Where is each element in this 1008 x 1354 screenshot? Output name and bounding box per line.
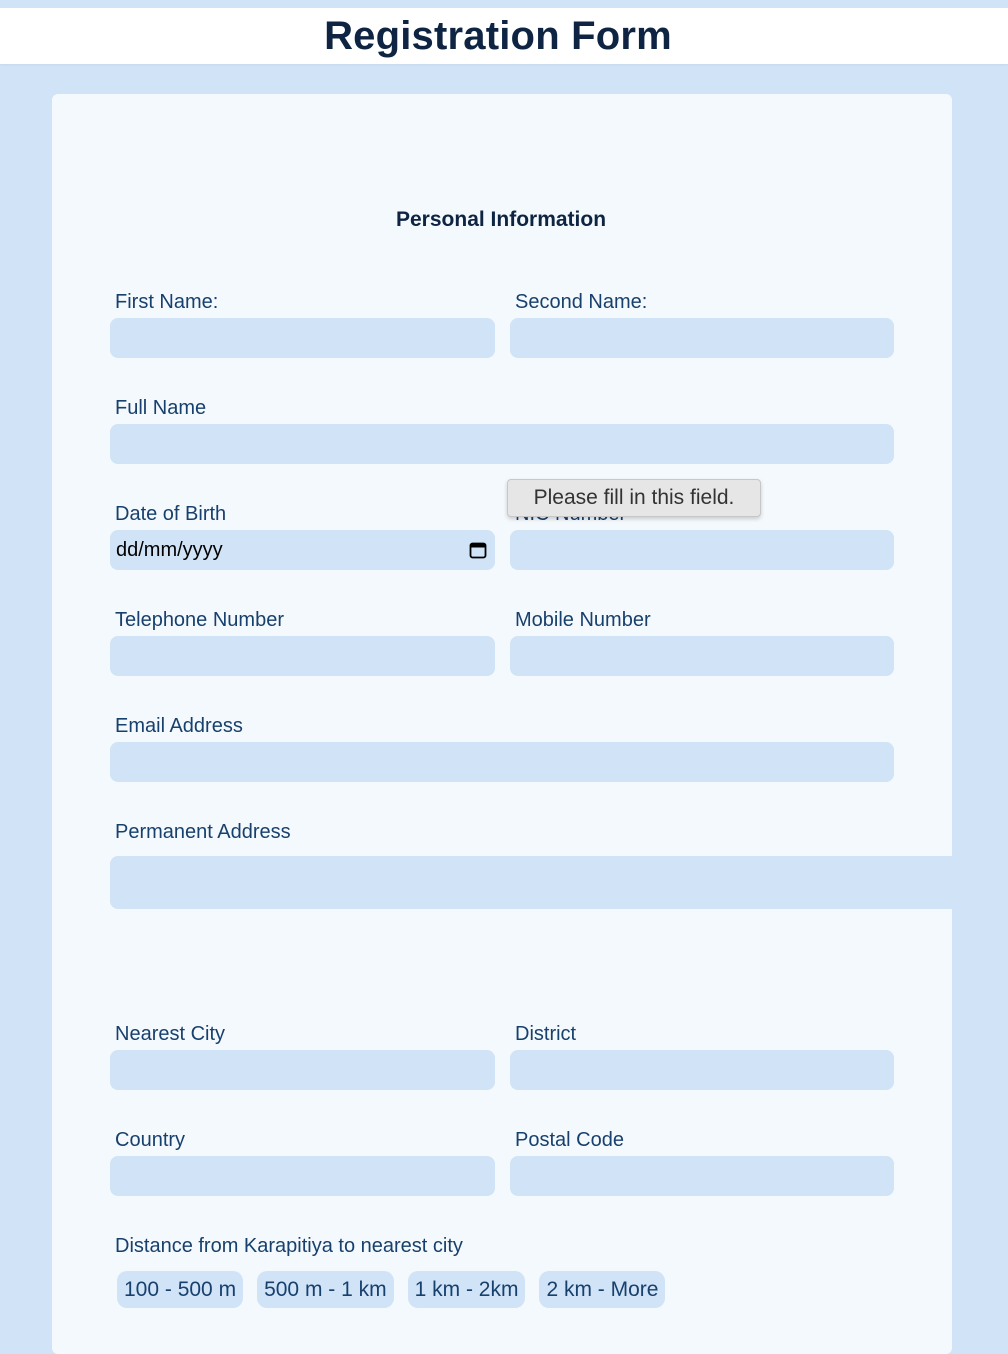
section-title: Personal Information — [396, 208, 607, 231]
date-placeholder: dd/mm/yyyy — [116, 538, 223, 561]
validation-tooltip: Please fill in this field. — [507, 479, 761, 517]
country-label: Country — [115, 1129, 186, 1151]
date-of-birth-label: Date of Birth — [115, 503, 227, 525]
distance-option-100-500m[interactable]: 100 - 500 m — [117, 1271, 244, 1308]
distance-option-2km-more[interactable]: 2 km - More — [539, 1271, 666, 1308]
telephone-number-input[interactable] — [110, 636, 495, 676]
distance-label: Distance from Karapitiya to nearest city — [115, 1235, 463, 1257]
second-name-input[interactable] — [510, 318, 894, 358]
email-address-label: Email Address — [115, 715, 243, 737]
distance-option-1km-2km[interactable]: 1 km - 2km — [407, 1271, 526, 1308]
email-address-input[interactable] — [110, 742, 894, 782]
distance-option-500m-1km[interactable]: 500 m - 1 km — [257, 1271, 394, 1308]
permanent-address-label: Permanent Address — [115, 821, 291, 843]
telephone-number-label: Telephone Number — [115, 609, 284, 631]
mobile-number-input[interactable] — [510, 636, 894, 676]
full-name-label: Full Name — [115, 397, 207, 419]
date-of-birth-input[interactable]: dd/mm/yyyy — [110, 530, 495, 570]
calendar-icon[interactable] — [469, 541, 487, 559]
nearest-city-label: Nearest City — [115, 1023, 226, 1045]
nearest-city-input[interactable] — [110, 1050, 495, 1090]
distance-options: 100 - 500 m 500 m - 1 km 1 km - 2km 2 km… — [117, 1271, 666, 1308]
postal-code-label: Postal Code — [515, 1129, 624, 1151]
full-name-input[interactable] — [110, 424, 894, 464]
first-name-label: First Name: — [115, 291, 219, 313]
postal-code-input[interactable] — [510, 1156, 894, 1196]
page-title: Registration Form — [324, 14, 672, 58]
mobile-number-label: Mobile Number — [515, 609, 651, 631]
page-header: Registration Form — [0, 8, 1008, 64]
district-input[interactable] — [510, 1050, 894, 1090]
district-label: District — [515, 1023, 577, 1045]
second-name-label: Second Name: — [515, 291, 648, 313]
permanent-address-textarea[interactable] — [110, 856, 952, 909]
country-input[interactable] — [110, 1156, 495, 1196]
nic-number-input[interactable] — [510, 530, 894, 570]
first-name-input[interactable] — [110, 318, 495, 358]
